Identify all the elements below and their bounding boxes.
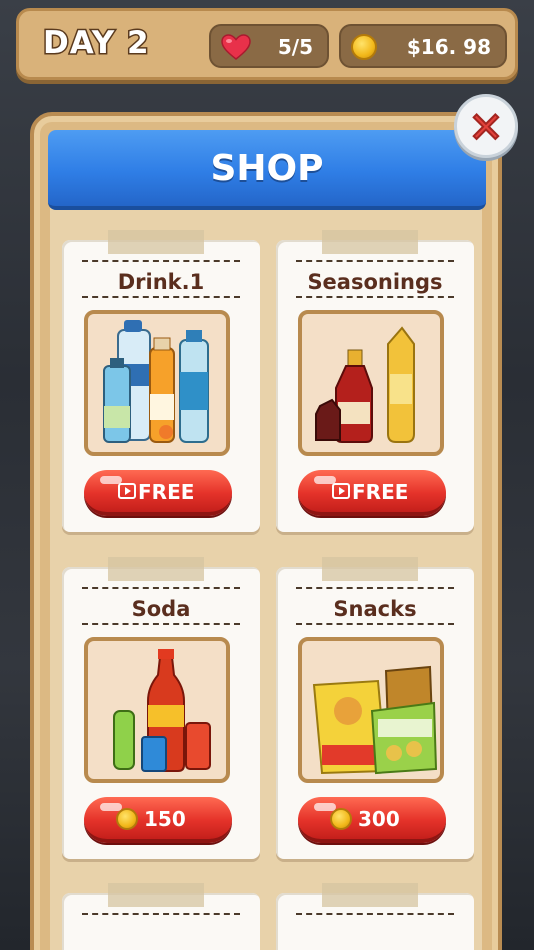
video-icon <box>118 483 136 499</box>
price-label: 150 <box>144 807 186 831</box>
item-image-frame <box>298 637 444 783</box>
divider <box>82 260 240 262</box>
drink-bottles-image <box>103 320 209 443</box>
shop-item-seasonings: Seasonings FREE <box>276 230 474 532</box>
price-label: 300 <box>358 807 400 831</box>
shop-banner: SHOP <box>48 130 486 210</box>
divider <box>82 623 240 625</box>
close-icon: ✕ <box>467 102 504 153</box>
shop-item-partial <box>62 883 260 950</box>
divider <box>296 296 454 298</box>
shop-item-drink: Drink.1 FREE <box>62 230 260 532</box>
divider <box>296 623 454 625</box>
coin-icon <box>330 808 352 830</box>
seasonings-image <box>315 326 415 443</box>
divider <box>82 296 240 298</box>
shop-item-soda: Soda 150 <box>62 557 260 859</box>
buy-coin-button[interactable]: 150 <box>84 797 232 843</box>
tape-decoration <box>322 557 418 581</box>
item-image-frame <box>84 637 230 783</box>
divider <box>296 260 454 262</box>
video-icon <box>332 483 350 499</box>
item-image-frame <box>84 310 230 456</box>
shop-item-snacks: Snacks 300 <box>276 557 474 859</box>
divider <box>82 587 240 589</box>
item-name: Snacks <box>333 597 417 621</box>
button-label: FREE <box>352 480 409 504</box>
tape-decoration <box>322 883 418 907</box>
item-image-frame <box>298 310 444 456</box>
tape-decoration <box>108 230 204 254</box>
tape-decoration <box>108 883 204 907</box>
money-counter: $16. 98 <box>339 24 507 68</box>
buy-coin-button[interactable]: 300 <box>298 797 446 843</box>
coin-icon <box>116 808 138 830</box>
divider <box>296 587 454 589</box>
snacks-image <box>312 665 438 775</box>
top-bar: DAY 2 5/5 $16. 98 <box>16 8 518 80</box>
coin-icon <box>351 34 377 60</box>
divider <box>296 913 454 915</box>
free-video-button[interactable]: FREE <box>84 470 232 516</box>
divider <box>82 913 240 915</box>
shop-item-partial <box>276 883 474 950</box>
free-video-button[interactable]: FREE <box>298 470 446 516</box>
item-name: Seasonings <box>307 270 443 294</box>
item-name: Drink.1 <box>117 270 205 294</box>
shop-title: SHOP <box>210 148 324 189</box>
heart-icon <box>221 34 251 60</box>
lives-value: 5/5 <box>277 35 313 59</box>
tape-decoration <box>108 557 204 581</box>
tape-decoration <box>322 230 418 254</box>
button-label: FREE <box>138 480 195 504</box>
money-value: $16. 98 <box>406 35 491 59</box>
day-label: DAY 2 <box>42 24 151 63</box>
lives-counter: 5/5 <box>209 24 329 68</box>
close-button[interactable]: ✕ <box>454 94 518 158</box>
item-name: Soda <box>131 597 191 621</box>
soda-image <box>113 649 211 772</box>
